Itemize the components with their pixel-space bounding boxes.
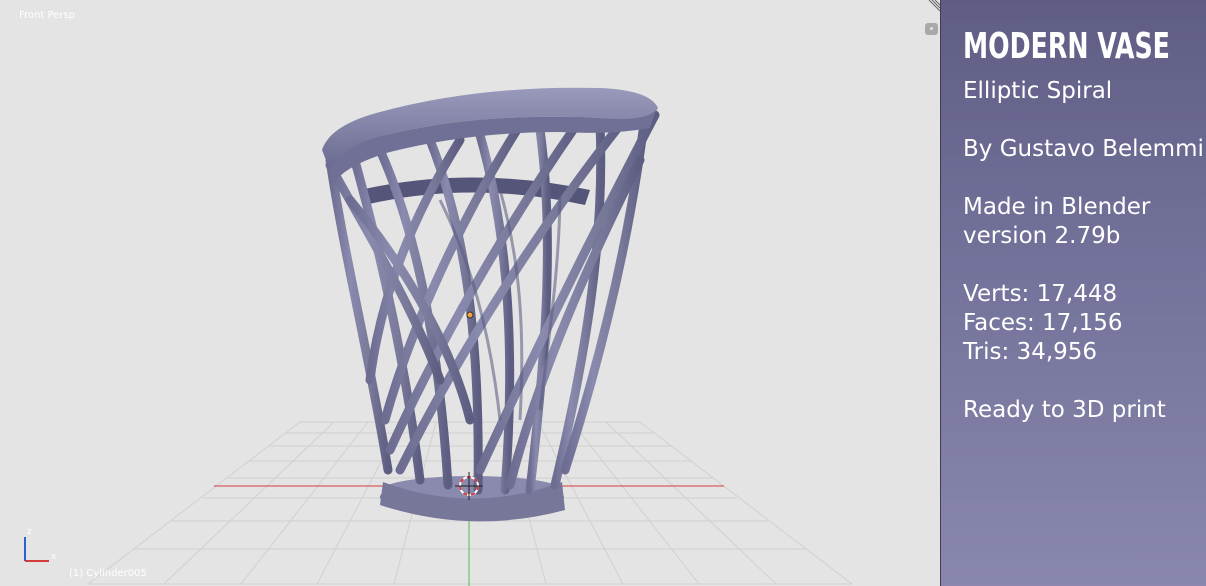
panel-version: version 2.79b xyxy=(963,223,1121,249)
info-panel: MODERN VASE Elliptic Spiral By Gustavo B… xyxy=(940,0,1206,586)
panel-title: MODERN VASE xyxy=(963,26,1170,67)
axis-label-x: x xyxy=(51,552,57,562)
panel-tris: Tris: 34,956 xyxy=(963,339,1098,365)
panel-status: Ready to 3D print xyxy=(963,397,1166,423)
panel-subtitle: Elliptic Spiral xyxy=(963,78,1113,104)
corner-split-icon[interactable] xyxy=(926,0,940,14)
viewport-scene[interactable]: z x xyxy=(0,0,940,586)
object-label: (1) Cylinder005 xyxy=(69,568,147,579)
panel-made-in: Made in Blender xyxy=(963,194,1151,220)
origin-dot-icon[interactable] xyxy=(466,311,474,319)
panel-author: By Gustavo Belemmi xyxy=(963,136,1204,162)
panel-verts: Verts: 17,448 xyxy=(963,281,1118,307)
3d-viewport[interactable]: z x Front Persp (1) Cylinder005 xyxy=(0,0,940,586)
properties-toggle-button[interactable] xyxy=(925,23,938,35)
vase-model[interactable] xyxy=(322,87,660,522)
panel-faces: Faces: 17,156 xyxy=(963,310,1123,336)
axis-label-z: z xyxy=(27,527,32,537)
axis-gizmo-icon: z x xyxy=(24,527,57,562)
view-label: Front Persp xyxy=(19,10,75,21)
